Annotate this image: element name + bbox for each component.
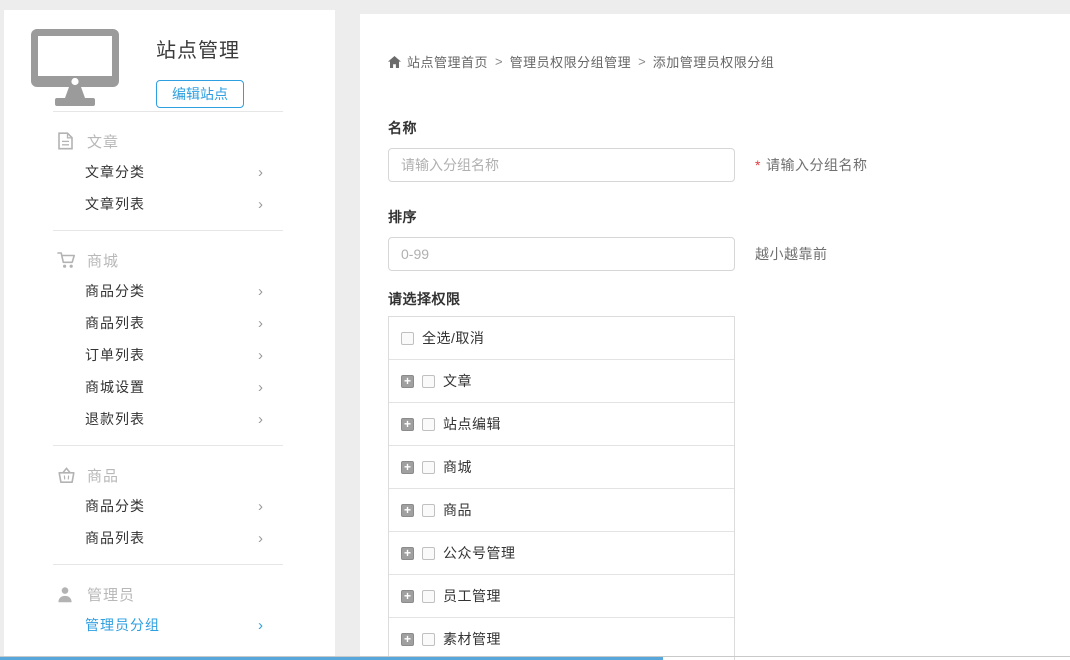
breadcrumb-separator: > [495,54,503,69]
sidebar-item[interactable]: 订单列表› [4,339,335,371]
permission-row: +商品 [389,489,734,532]
name-label: 名称 [388,118,1070,138]
sort-hint: 越小越靠前 [755,244,828,264]
select-all-checkbox[interactable] [401,332,414,345]
permission-checkbox[interactable] [422,461,435,474]
sidebar-item[interactable]: 商品分类› [4,490,335,522]
permission-checkbox[interactable] [422,375,435,388]
name-hint-text: 请输入分组名称 [766,157,868,173]
chevron-right-icon: › [258,284,263,299]
basket-icon [57,466,77,484]
sidebar-group-header: 商品 [4,460,335,490]
expand-plus-icon[interactable]: + [401,504,414,517]
permission-row: +文章 [389,360,734,403]
required-asterisk: * [755,157,761,173]
sidebar-item[interactable]: 管理员分组› [4,609,335,641]
sidebar-item[interactable]: 文章列表› [4,188,335,220]
sidebar: 站点管理 编辑站点 文章文章分类›文章列表›商城商品分类›商品列表›订单列表›商… [4,10,335,660]
breadcrumb-separator: > [638,54,646,69]
breadcrumb-item: 添加管理员权限分组 [653,52,775,71]
chevron-right-icon: › [258,412,263,427]
cart-icon [57,251,77,269]
sidebar-header: 站点管理 编辑站点 [4,10,335,111]
expand-plus-icon[interactable]: + [401,590,414,603]
sidebar-item[interactable]: 文章分类› [4,156,335,188]
sidebar-section: 文章文章分类›文章列表› [4,112,335,230]
expand-plus-icon[interactable]: + [401,547,414,560]
chevron-right-icon: › [258,316,263,331]
sidebar-nav: 文章文章分类›文章列表›商城商品分类›商品列表›订单列表›商城设置›退款列表›商… [4,112,335,651]
person-icon [57,585,77,603]
chevron-right-icon: › [258,348,263,363]
expand-plus-icon[interactable]: + [401,633,414,646]
chevron-right-icon: › [258,165,263,180]
permission-checkbox[interactable] [422,633,435,646]
article-icon [57,132,77,150]
permission-checkbox[interactable] [422,418,435,431]
sidebar-item[interactable]: 商品列表› [4,307,335,339]
sidebar-section: 商品商品分类›商品列表› [4,446,335,564]
breadcrumb-item[interactable]: 站点管理首页 [407,52,488,71]
chevron-right-icon: › [258,618,263,633]
sidebar-item[interactable]: 商品分类› [4,275,335,307]
edit-site-button[interactable]: 编辑站点 [156,80,244,108]
permission-row: +商城 [389,446,734,489]
sidebar-group-header: 管理员 [4,579,335,609]
permission-row-select-all: 全选/取消 [389,317,734,360]
permission-checkbox[interactable] [422,590,435,603]
breadcrumb: 站点管理首页 > 管理员权限分组管理 > 添加管理员权限分组 [388,52,1070,71]
expand-plus-icon[interactable]: + [401,461,414,474]
permission-row: +公众号管理 [389,532,734,575]
expand-plus-icon[interactable]: + [401,375,414,388]
permission-checkbox[interactable] [422,504,435,517]
name-input[interactable] [388,148,735,182]
sidebar-section: 管理员管理员分组› [4,565,335,651]
breadcrumb-item[interactable]: 管理员权限分组管理 [510,52,632,71]
sort-input[interactable] [388,237,735,271]
permissions-table: 全选/取消+文章+站点编辑+商城+商品+公众号管理+员工管理+素材管理+小程序管… [388,316,735,660]
home-icon [388,56,401,68]
permissions-label: 请选择权限 [388,289,1070,309]
chevron-right-icon: › [258,197,263,212]
main-panel: 站点管理首页 > 管理员权限分组管理 > 添加管理员权限分组 名称 * 请输入分组名称 排… [360,14,1070,660]
sidebar-item[interactable]: 退款列表› [4,403,335,435]
permission-row: +素材管理 [389,618,734,660]
chevron-right-icon: › [258,380,263,395]
chevron-right-icon: › [258,499,263,514]
sidebar-item[interactable]: 商品列表› [4,522,335,554]
permission-checkbox[interactable] [422,547,435,560]
chevron-right-icon: › [258,531,263,546]
expand-plus-icon[interactable]: + [401,418,414,431]
site-title: 站点管理 [156,34,244,63]
sidebar-group-header: 商城 [4,245,335,275]
sidebar-group-header: 文章 [4,126,335,156]
permission-row: +站点编辑 [389,403,734,446]
sidebar-item[interactable]: 商城设置› [4,371,335,403]
sidebar-section: 商城商品分类›商品列表›订单列表›商城设置›退款列表› [4,231,335,445]
name-hint: * 请输入分组名称 [755,155,867,175]
sort-label: 排序 [388,207,1070,227]
monitor-icon [30,28,120,108]
permission-row: +员工管理 [389,575,734,618]
